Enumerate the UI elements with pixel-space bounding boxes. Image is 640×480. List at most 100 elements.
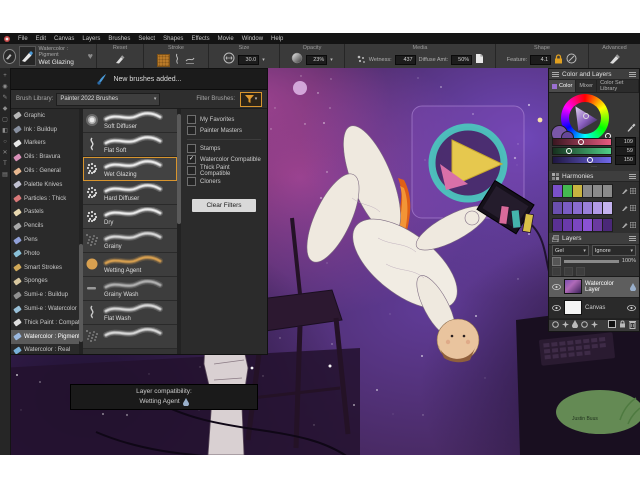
panel-options-icon[interactable]: [629, 74, 636, 75]
wetness-value[interactable]: 437: [395, 55, 416, 65]
harmony-swatch[interactable]: [603, 201, 613, 215]
harmony-swatch[interactable]: [603, 184, 613, 198]
grabber-tool-icon[interactable]: +: [1, 73, 10, 80]
brush-variant-item[interactable]: Soft Diffuser: [83, 109, 177, 133]
diffuse-value[interactable]: 50%: [451, 55, 472, 65]
brush-selector[interactable]: Watercolor : Pigment Wet Glazing ♥: [0, 44, 96, 68]
filter-checkbox-row[interactable]: My Favorites: [187, 114, 261, 125]
lock-mode-select[interactable]: Ignore▾: [592, 245, 636, 256]
lock-icon[interactable]: [554, 51, 563, 69]
tab-color-set-library[interactable]: Color Set Library: [597, 80, 639, 92]
slider-marker[interactable]: [578, 139, 584, 145]
panel-menu-icon[interactable]: [552, 74, 559, 75]
opacity-value[interactable]: 23%: [306, 55, 327, 65]
harmony-row[interactable]: [549, 199, 639, 216]
harmony-swatch[interactable]: [563, 184, 573, 198]
harmony-swatch[interactable]: [593, 184, 603, 198]
brush-category-item[interactable]: Smart Strokes: [11, 261, 79, 275]
slider-marker[interactable]: [587, 157, 593, 163]
gradient-tool-icon[interactable]: ▤: [1, 172, 10, 179]
color-slider-value[interactable]: 150: [615, 155, 636, 165]
brush-tool-icon[interactable]: ✎: [1, 95, 10, 102]
harmonies-options-icon[interactable]: [629, 176, 636, 177]
size-value[interactable]: 30.0: [238, 55, 259, 65]
feature-value[interactable]: 4.1: [530, 55, 551, 65]
menu-layers[interactable]: Layers: [82, 36, 100, 42]
tab-mixer[interactable]: Mixer: [576, 80, 597, 92]
menu-brushes[interactable]: Brushes: [108, 36, 130, 42]
harmony-edit-icon[interactable]: [622, 222, 628, 228]
eye-icon[interactable]: [552, 284, 561, 290]
tab-color[interactable]: Color: [549, 80, 576, 92]
harmony-swatch[interactable]: [552, 218, 563, 232]
stroke-texture-icon[interactable]: [157, 54, 170, 67]
shape-tool-icon[interactable]: ○: [1, 139, 10, 146]
text-tool-icon[interactable]: T: [1, 161, 10, 168]
brush-category-item[interactable]: Photo: [11, 247, 79, 261]
opacity-icon[interactable]: [291, 51, 303, 69]
pen-tool-icon[interactable]: ✕: [1, 150, 10, 157]
harmony-grid-icon[interactable]: [630, 205, 636, 211]
harmony-swatch[interactable]: [563, 201, 573, 215]
checkbox[interactable]: [187, 166, 196, 175]
filter-checkbox-row[interactable]: Thick Paint Compatible: [187, 165, 261, 176]
media-dab-icon[interactable]: [356, 51, 366, 69]
brush-category-item[interactable]: Watercolor : Pigment: [11, 330, 79, 344]
eyedropper-icon[interactable]: [627, 123, 636, 135]
stroke-type-icon[interactable]: [185, 51, 195, 69]
brush-preview-icon[interactable]: [19, 46, 36, 66]
stylus-icon[interactable]: [566, 51, 577, 69]
blend-mode-select[interactable]: Gel▾: [552, 245, 589, 256]
menu-window[interactable]: Window: [242, 36, 263, 42]
lock-layer-icon[interactable]: [619, 320, 626, 330]
paper-icon[interactable]: [475, 51, 484, 69]
brush-category-item[interactable]: Markers: [11, 137, 79, 151]
harmony-swatch[interactable]: [593, 218, 603, 232]
stroke-jitter-icon[interactable]: [173, 51, 182, 69]
brush-category-item[interactable]: Oils : General: [11, 164, 79, 178]
clear-filters-button[interactable]: Clear Filters: [192, 199, 256, 212]
filter-checkbox-row[interactable]: Cloners: [187, 176, 261, 187]
dropper-tool-icon[interactable]: ◆: [1, 106, 10, 113]
brush-variant-item[interactable]: Grainy: [83, 229, 177, 253]
library-select[interactable]: Painter 2022 Brushes ▾: [56, 93, 160, 106]
checkbox-checked[interactable]: ✓: [187, 155, 196, 164]
checkbox[interactable]: [187, 144, 196, 153]
brush-category-item[interactable]: Particles : Thick: [11, 192, 79, 206]
favorite-heart-icon[interactable]: ♥: [88, 51, 93, 61]
brush-ghost-icon[interactable]: [3, 49, 16, 64]
harmony-swatch[interactable]: [583, 184, 593, 198]
advanced-brush-icon[interactable]: [609, 51, 621, 69]
menu-shapes[interactable]: Shapes: [163, 36, 183, 42]
color-slider[interactable]: [552, 147, 612, 155]
new-layer-icon[interactable]: [608, 320, 616, 330]
harmony-swatch[interactable]: [552, 201, 563, 215]
plugin-layer-icon[interactable]: [562, 321, 569, 330]
harmony-row[interactable]: [549, 216, 639, 233]
brush-category-item[interactable]: Sumi-e : Buildup: [11, 288, 79, 302]
harmony-swatch[interactable]: [583, 201, 593, 215]
brush-variant-item[interactable]: [83, 325, 177, 349]
brush-category-item[interactable]: Watercolor : Real: [11, 344, 79, 354]
layer-row[interactable]: Canvas: [549, 298, 639, 319]
eye-icon[interactable]: [627, 305, 636, 311]
opacity-left-icon[interactable]: [552, 257, 561, 266]
harmony-grid-icon[interactable]: [630, 222, 636, 228]
harmony-swatch[interactable]: [573, 218, 583, 232]
script-icon[interactable]: [591, 321, 598, 330]
reset-brush-icon[interactable]: [115, 51, 126, 69]
opacity-stepper-icon[interactable]: ▾: [330, 57, 333, 63]
harmony-edit-icon[interactable]: [622, 205, 628, 211]
slider-marker[interactable]: [566, 148, 572, 154]
menu-effects[interactable]: Effects: [191, 36, 209, 42]
color-slider[interactable]: [552, 138, 612, 146]
brush-variant-item[interactable]: Wetting Agent: [83, 253, 177, 277]
selection-tool-icon[interactable]: ▢: [1, 117, 10, 124]
brush-category-item[interactable]: Graphic: [11, 109, 79, 123]
layer-row[interactable]: Watercolor Layer: [549, 277, 639, 298]
layers-options-icon[interactable]: [629, 238, 636, 239]
watercolor-layer-icon[interactable]: [572, 320, 578, 330]
brush-category-item[interactable]: Pens: [11, 233, 79, 247]
menu-movie[interactable]: Movie: [218, 36, 234, 42]
brush-variant-item[interactable]: Grainy Wash: [83, 277, 177, 301]
